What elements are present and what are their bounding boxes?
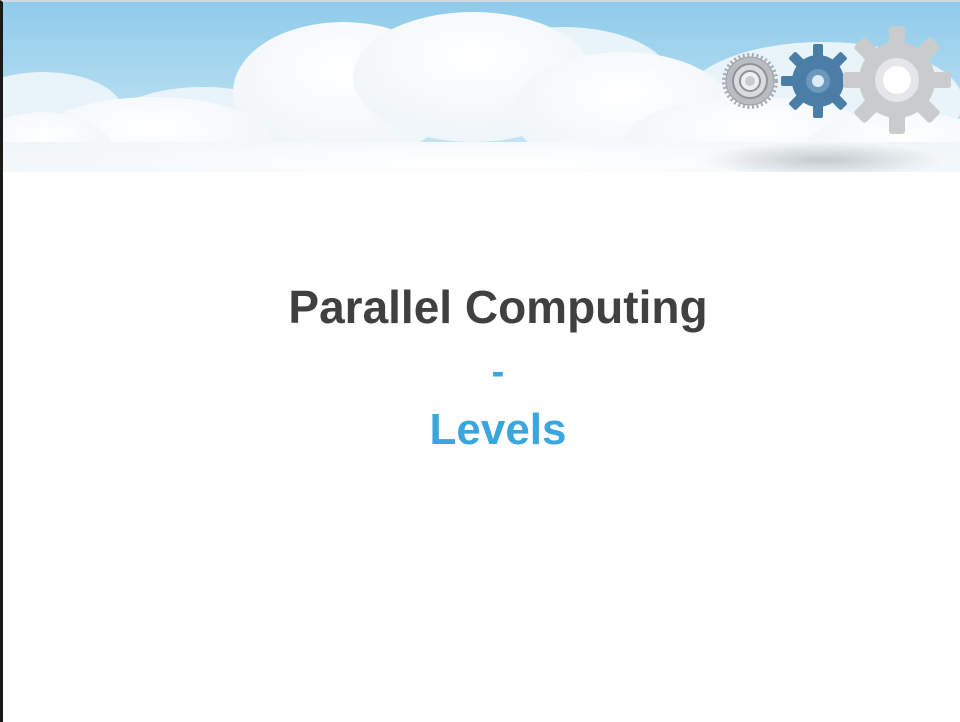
slide: Parallel Computing - Levels (0, 0, 960, 722)
large-gear-icon (843, 26, 951, 134)
small-gear-icon (722, 53, 778, 109)
title-separator: - (491, 351, 505, 393)
slide-title: Parallel Computing (288, 281, 708, 333)
slide-subtitle: Levels (429, 405, 567, 454)
title-block: Parallel Computing - Levels (3, 272, 960, 458)
